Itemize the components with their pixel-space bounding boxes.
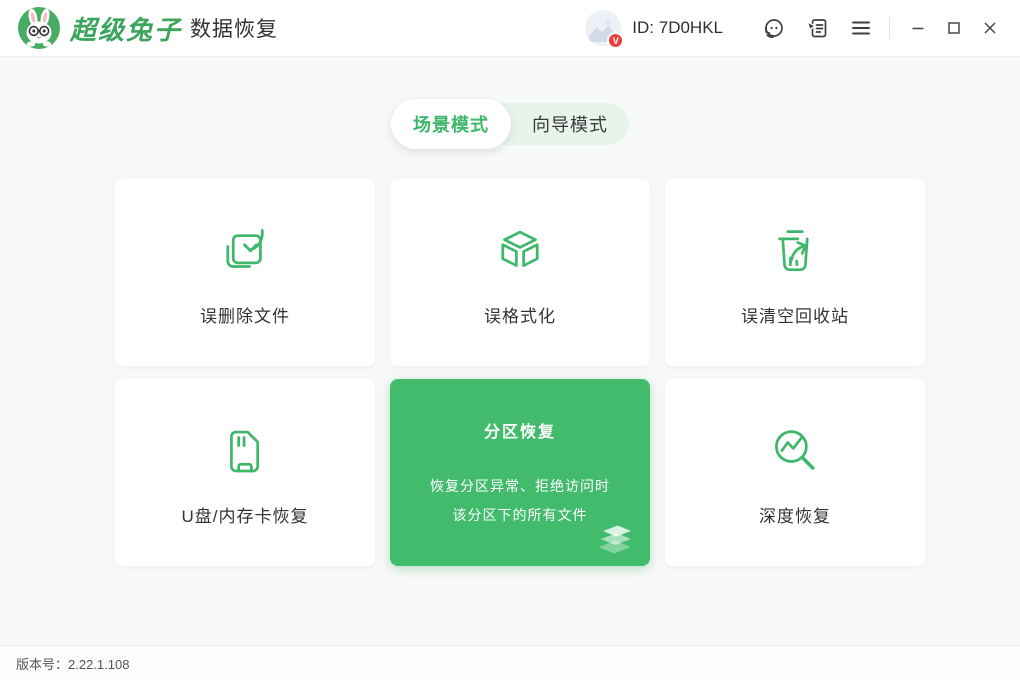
card-deep-recovery[interactable]: 深度恢复 (665, 379, 925, 566)
close-button[interactable] (975, 13, 1005, 43)
card-label: 分区恢复 (483, 424, 556, 441)
card-description: 恢复分区异常、拒绝访问时 该分区下的所有文件 (430, 472, 610, 530)
app-name: 超级兔子 (70, 14, 183, 45)
close-icon (984, 22, 996, 34)
minimize-button[interactable] (903, 13, 933, 43)
card-label: 误清空回收站 (741, 307, 849, 326)
recovery-card-grid: 误删除文件 误格式化 误清空回收站 U盘/内存卡恢复 分区恢复 恢复分区异常、拒… (115, 179, 1020, 566)
card-description-line2: 该分区下的所有文件 (452, 507, 588, 523)
brand: 超级兔子 数据恢复 (18, 7, 278, 49)
tab-wizard-mode[interactable]: 向导模式 (511, 111, 629, 137)
headset-icon (765, 19, 783, 39)
card-label: 深度恢复 (759, 507, 831, 526)
card-label: 误格式化 (484, 307, 556, 326)
vip-badge: V (607, 32, 625, 49)
feedback-button[interactable] (802, 13, 832, 43)
titlebar-right: V ID: 7D0HKL (585, 10, 1008, 49)
file-restore-icon (216, 223, 274, 281)
card-description-line1: 恢复分区异常、拒绝访问时 (430, 478, 610, 494)
maximize-button[interactable] (939, 13, 969, 43)
layers-icon (598, 525, 632, 554)
user-avatar[interactable]: V (585, 10, 625, 49)
feedback-form-icon (806, 19, 827, 38)
app-window: 超级兔子 数据恢复 V ID: 7D0HKL 场景模式 向导模式 误删除文件 误… (0, 0, 1020, 680)
rabbit-logo-icon (18, 7, 60, 49)
sd-card-icon (216, 423, 274, 481)
deep-scan-icon (766, 423, 824, 481)
trash-restore-icon (766, 223, 824, 281)
card-deleted-files[interactable]: 误删除文件 (115, 179, 375, 366)
main-menu-button[interactable] (846, 13, 876, 43)
card-label: U盘/内存卡恢复 (181, 507, 309, 526)
mode-tabs: 场景模式 向导模式 (391, 99, 629, 149)
minimize-icon (912, 27, 924, 30)
titlebar-divider (889, 17, 890, 39)
card-usb-memory-card[interactable]: U盘/内存卡恢复 (115, 379, 375, 566)
main-content: 场景模式 向导模式 误删除文件 误格式化 误清空回收站 U盘/内存卡恢复 分区恢… (0, 57, 1020, 645)
card-formatted[interactable]: 误格式化 (390, 179, 650, 366)
status-bar: 版本号：2.22.1.108 (0, 645, 1020, 680)
titlebar: 超级兔子 数据恢复 V ID: 7D0HKL (0, 0, 1020, 57)
version-text: 版本号：2.22.1.108 (16, 656, 130, 672)
card-partition-recovery[interactable]: 分区恢复 恢复分区异常、拒绝访问时 该分区下的所有文件 (390, 379, 650, 566)
user-id-text: ID: 7D0HKL (632, 18, 723, 37)
maximize-icon (948, 22, 960, 34)
card-emptied-recycle-bin[interactable]: 误清空回收站 (665, 179, 925, 366)
cube-icon (491, 223, 549, 281)
tab-scene-mode[interactable]: 场景模式 (391, 99, 511, 149)
customer-service-button[interactable] (758, 13, 788, 43)
card-label: 误删除文件 (200, 307, 290, 326)
hamburger-menu-icon (852, 21, 870, 35)
app-subtitle: 数据恢复 (190, 18, 279, 41)
